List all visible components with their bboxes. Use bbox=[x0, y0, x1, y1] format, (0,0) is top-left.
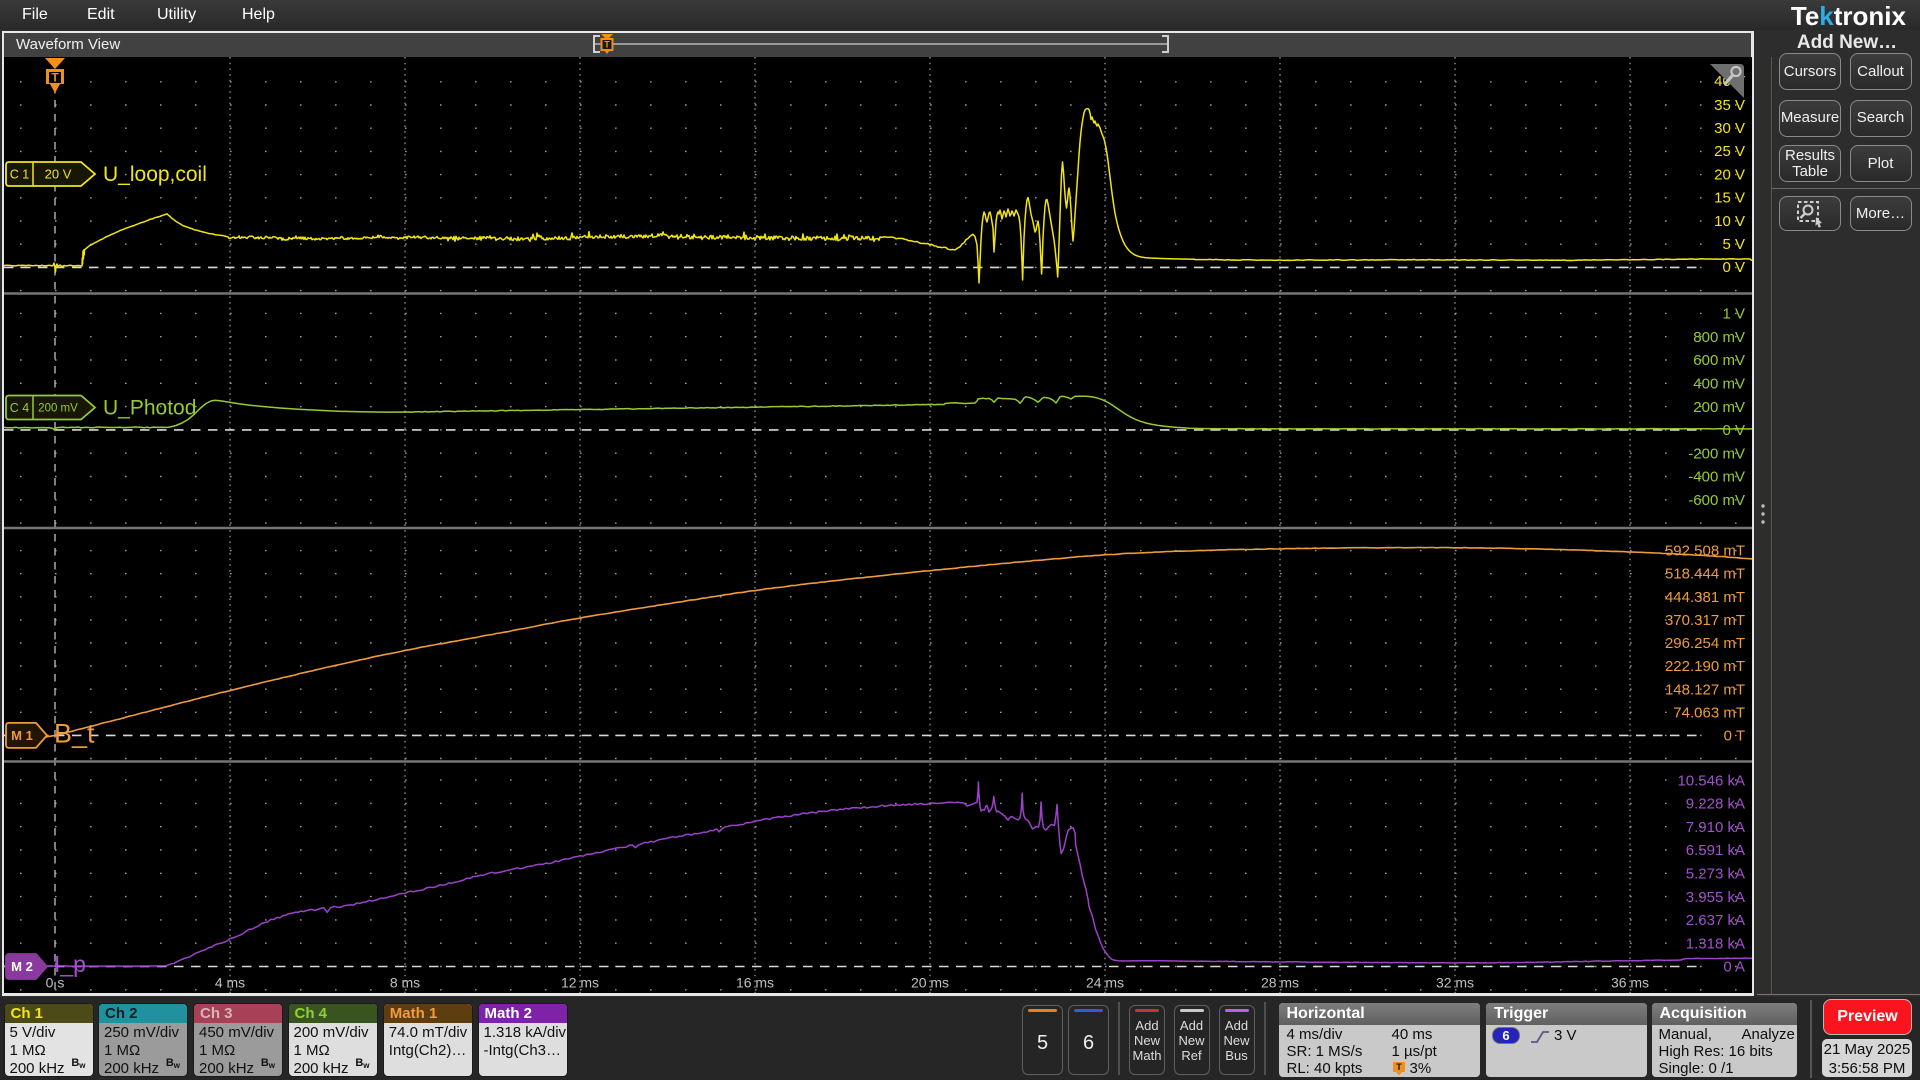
svg-text:20 V: 20 V bbox=[1714, 166, 1745, 183]
svg-text:5 V: 5 V bbox=[1722, 236, 1745, 253]
svg-text:-200 mV: -200 mV bbox=[1688, 445, 1745, 462]
svg-text:-400 mV: -400 mV bbox=[1688, 469, 1745, 486]
svg-text:-600 mV: -600 mV bbox=[1688, 492, 1745, 509]
svg-text:20 ms: 20 ms bbox=[911, 975, 949, 991]
svg-text:I_p: I_p bbox=[54, 951, 86, 977]
svg-text:C 1: C 1 bbox=[10, 167, 30, 181]
svg-text:5.273 kA: 5.273 kA bbox=[1686, 865, 1745, 882]
svg-text:12 ms: 12 ms bbox=[561, 975, 599, 991]
svg-text:U_loop,coil: U_loop,coil bbox=[103, 163, 207, 186]
svg-text:T: T bbox=[51, 71, 59, 85]
svg-text:74.063 mT: 74.063 mT bbox=[1673, 704, 1745, 721]
svg-text:0 V: 0 V bbox=[1722, 259, 1745, 276]
svg-text:28 ms: 28 ms bbox=[1261, 975, 1299, 991]
svg-text:200 mV: 200 mV bbox=[38, 402, 78, 414]
svg-text:7.910 kA: 7.910 kA bbox=[1686, 819, 1745, 836]
svg-text:C 4: C 4 bbox=[10, 401, 30, 415]
svg-text:15 V: 15 V bbox=[1714, 190, 1745, 207]
svg-text:10.546 kA: 10.546 kA bbox=[1677, 772, 1745, 789]
svg-text:9.228 kA: 9.228 kA bbox=[1686, 796, 1745, 813]
svg-text:10 V: 10 V bbox=[1714, 213, 1745, 230]
svg-text:32 ms: 32 ms bbox=[1436, 975, 1474, 991]
svg-text:M 2: M 2 bbox=[11, 959, 33, 974]
svg-text:148.127 mT: 148.127 mT bbox=[1665, 681, 1745, 698]
svg-text:600 mV: 600 mV bbox=[1693, 352, 1745, 369]
svg-text:35 V: 35 V bbox=[1714, 97, 1745, 114]
svg-text:0 T: 0 T bbox=[1724, 728, 1745, 745]
svg-text:T: T bbox=[604, 40, 610, 50]
svg-text:0 A: 0 A bbox=[1723, 959, 1745, 976]
svg-text:6.591 kA: 6.591 kA bbox=[1686, 842, 1745, 859]
svg-text:444.381 mT: 444.381 mT bbox=[1665, 589, 1745, 606]
svg-text:B_t: B_t bbox=[54, 718, 95, 748]
svg-text:518.444 mT: 518.444 mT bbox=[1665, 566, 1745, 583]
svg-text:M 1: M 1 bbox=[11, 728, 33, 743]
svg-text:36 ms: 36 ms bbox=[1611, 975, 1649, 991]
svg-text:296.254 mT: 296.254 mT bbox=[1665, 635, 1745, 652]
svg-text:2.637 kA: 2.637 kA bbox=[1686, 912, 1745, 929]
svg-text:222.190 mT: 222.190 mT bbox=[1665, 658, 1745, 675]
svg-text:20 V: 20 V bbox=[45, 166, 72, 181]
svg-text:0 V: 0 V bbox=[1722, 422, 1745, 439]
svg-text:200 mV: 200 mV bbox=[1693, 399, 1745, 416]
svg-text:30 V: 30 V bbox=[1714, 120, 1745, 137]
svg-text:3.955 kA: 3.955 kA bbox=[1686, 889, 1745, 906]
svg-text:4 ms: 4 ms bbox=[215, 975, 245, 991]
svg-text:8 ms: 8 ms bbox=[390, 975, 420, 991]
svg-text:800 mV: 800 mV bbox=[1693, 329, 1745, 346]
svg-text:1.318 kA: 1.318 kA bbox=[1686, 935, 1745, 952]
svg-text:400 mV: 400 mV bbox=[1693, 375, 1745, 392]
svg-text:1 V: 1 V bbox=[1722, 306, 1745, 323]
svg-text:370.317 mT: 370.317 mT bbox=[1665, 612, 1745, 629]
svg-text:U_Photod: U_Photod bbox=[103, 397, 196, 420]
svg-text:T: T bbox=[1396, 1062, 1402, 1072]
svg-text:16 ms: 16 ms bbox=[736, 975, 774, 991]
svg-text:24 ms: 24 ms bbox=[1086, 975, 1124, 991]
svg-text:25 V: 25 V bbox=[1714, 143, 1745, 160]
